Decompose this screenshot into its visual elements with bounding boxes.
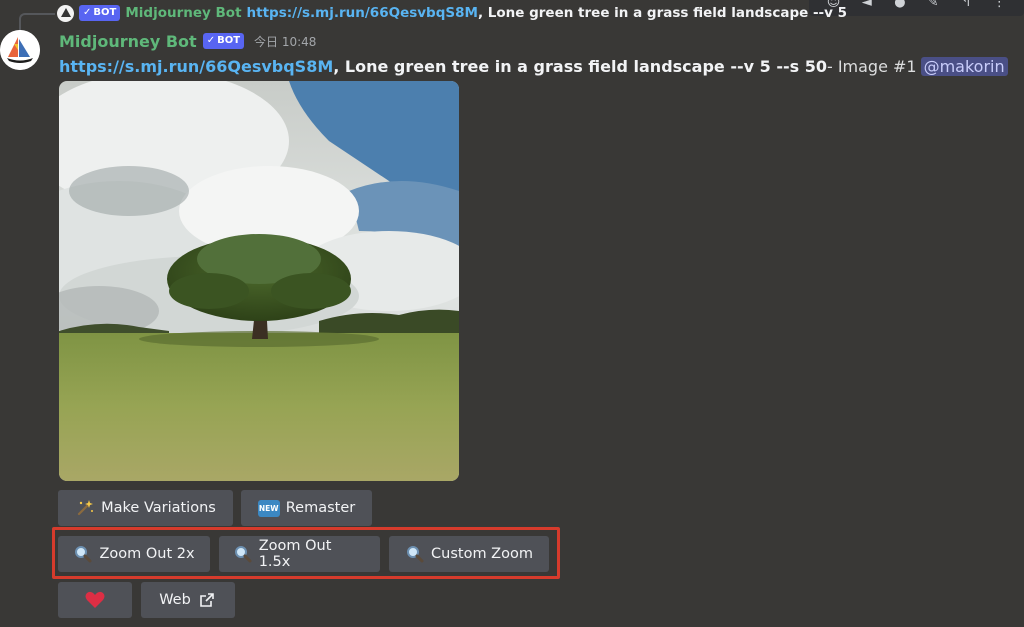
forward-icon[interactable]: ↰ bbox=[959, 0, 973, 10]
image-number: - Image #1 bbox=[826, 56, 917, 76]
reply-reference[interactable]: ✓ BOT Midjourney Bot https://s.mj.run/66… bbox=[57, 2, 847, 24]
reply-icon[interactable]: ◄ bbox=[860, 0, 874, 10]
check-icon: ✓ bbox=[206, 35, 216, 46]
new-badge-icon: NEW bbox=[257, 499, 280, 517]
author-username[interactable]: Midjourney Bot bbox=[59, 32, 197, 51]
edit-icon[interactable]: ✎ bbox=[926, 0, 940, 10]
highlight-annotation bbox=[52, 527, 560, 579]
prompt-text: , Lone green tree in a grass field lands… bbox=[333, 56, 827, 76]
timestamp: 今日 10:48 bbox=[254, 34, 317, 49]
thread-icon[interactable]: ● bbox=[893, 0, 907, 10]
remaster-button[interactable]: NEW Remaster bbox=[241, 490, 372, 526]
generated-image[interactable] bbox=[59, 81, 459, 481]
message-header: Midjourney Bot ✓ BOT 今日 10:48 bbox=[59, 30, 316, 52]
heart-icon bbox=[85, 590, 105, 610]
make-variations-button[interactable]: Make Variations bbox=[58, 490, 233, 526]
bot-label: BOT bbox=[217, 35, 241, 46]
check-icon: ✓ bbox=[83, 7, 92, 18]
make-variations-label: Make Variations bbox=[101, 500, 216, 516]
user-mention[interactable]: @makorin bbox=[920, 56, 1008, 76]
prompt-link[interactable]: https://s.mj.run/66QesvbqS8M bbox=[59, 57, 333, 76]
reply-prompt: , Lone green tree in a grass field lands… bbox=[477, 5, 848, 21]
bot-tag: ✓ BOT bbox=[202, 33, 245, 49]
message-view: ☺ ◄ ● ✎ ↰ ⋮ ✓ BOT Midjourney Bot https:/… bbox=[0, 0, 1024, 627]
reply-avatar bbox=[57, 4, 74, 22]
remaster-label: Remaster bbox=[285, 500, 356, 516]
reply-username[interactable]: Midjourney Bot bbox=[125, 5, 241, 21]
tree-landscape-image bbox=[59, 81, 459, 481]
midjourney-boat-icon bbox=[0, 30, 40, 70]
avatar[interactable] bbox=[0, 30, 40, 70]
more-icon[interactable]: ⋮ bbox=[992, 0, 1006, 10]
reply-link[interactable]: https://s.mj.run/66QesvbqS8M bbox=[247, 5, 478, 21]
reply-bot-label: BOT bbox=[93, 7, 117, 18]
external-link-icon bbox=[197, 590, 217, 610]
web-label: Web bbox=[159, 592, 191, 608]
magic-wand-icon bbox=[75, 498, 95, 518]
favorite-button[interactable] bbox=[58, 582, 132, 618]
message-content: https://s.mj.run/66QesvbqS8M, Lone green… bbox=[59, 54, 1008, 78]
web-button[interactable]: Web bbox=[141, 582, 235, 618]
reply-bot-tag: ✓ BOT bbox=[79, 5, 121, 21]
